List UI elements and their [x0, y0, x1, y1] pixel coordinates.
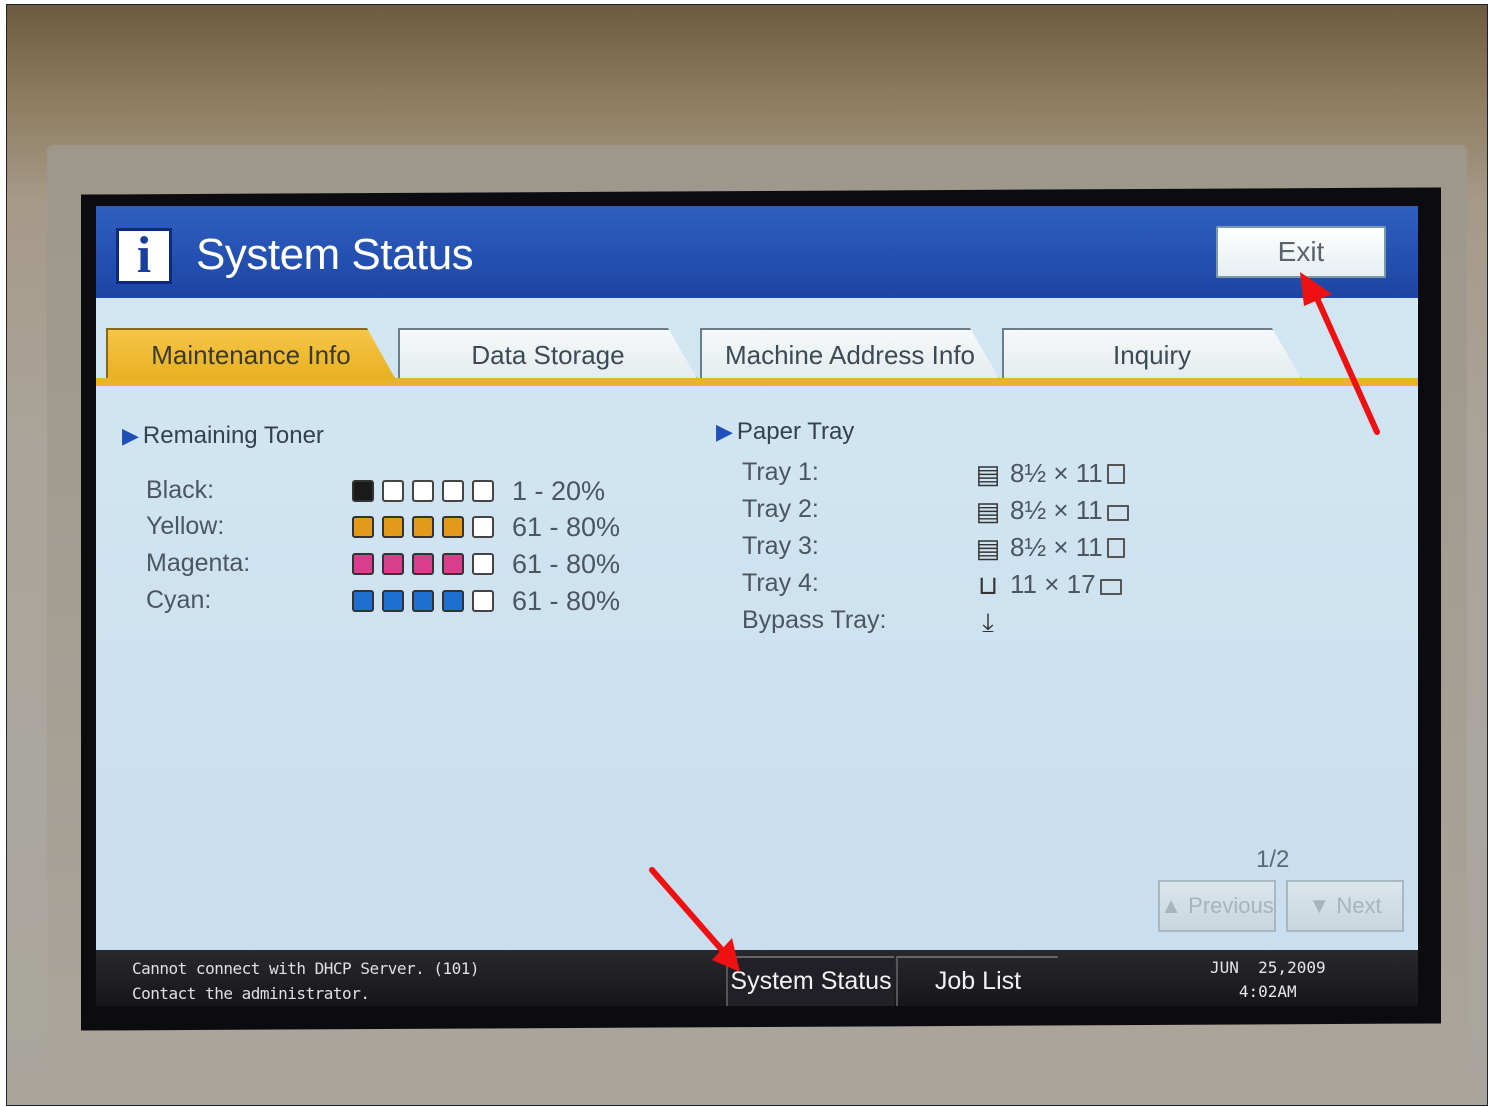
toner-box-empty [382, 480, 404, 502]
toner-percentage: 61 - 80% [512, 512, 621, 542]
tray-label: Bypass Tray: [742, 606, 887, 634]
toner-label: Magenta: [146, 549, 251, 577]
tray-label: Tray 4: [742, 569, 819, 597]
toner-label: Cyan: [146, 586, 212, 614]
landscape-orientation-icon [1099, 579, 1122, 595]
tray-label: Tray 3: [742, 532, 819, 560]
status-bar: Cannot connect with DHCP Server. (101) C… [96, 950, 1418, 1006]
tab-machine-address-info[interactable]: Machine Address Info [700, 328, 1000, 380]
status-message-line1: Cannot connect with DHCP Server. (101) [132, 959, 480, 978]
toner-label: Yellow: [146, 512, 225, 540]
toner-box-filled [412, 553, 434, 575]
toner-box-empty [442, 480, 464, 502]
tray-size-text: 8½ × 11 [1010, 532, 1103, 562]
tray-size-text: 11 × 17 [1010, 569, 1096, 599]
portrait-orientation-icon [1106, 538, 1125, 558]
tray-row-bypass: Bypass Tray: ⤓ [742, 606, 1302, 642]
toner-box-filled [442, 516, 464, 538]
tab-data-storage[interactable]: Data Storage [398, 328, 698, 380]
status-message-line2: Contact the administrator. [132, 984, 370, 1003]
tray-label: Tray 2: [742, 495, 819, 523]
bypass-tray-icon: ⤓ [982, 607, 994, 637]
triangle-down-icon: ▼ [1308, 893, 1331, 918]
toner-row-yellow: Yellow: 61 - 80% [146, 512, 706, 548]
page-title: System Status [196, 230, 474, 279]
toner-box-filled [382, 516, 404, 538]
touch-screen: i System Status Exit Maintenance Info Da… [96, 206, 1418, 1006]
tray-size: 8½ × 11 [1010, 458, 1125, 489]
page-indicator: 1/2 [1256, 846, 1290, 873]
tray-size: 11 × 17 [1010, 569, 1122, 600]
toner-level-indicator [352, 590, 494, 612]
tray-row-2: Tray 2: ▤ 8½ × 11 [742, 495, 1302, 531]
paper-stack-icon: ▤ [975, 459, 1001, 489]
toner-box-filled [442, 553, 464, 575]
toner-percentage: 61 - 80% [512, 549, 621, 579]
portrait-orientation-icon [1106, 464, 1125, 484]
tray-size: 8½ × 11 [1010, 532, 1125, 563]
toner-box-filled [352, 516, 374, 538]
toner-row-magenta: Magenta: 61 - 80% [146, 549, 706, 585]
toner-box-empty [472, 480, 494, 502]
exit-button[interactable]: Exit [1216, 226, 1386, 278]
toner-box-empty [472, 516, 494, 538]
remaining-toner-label: Remaining Toner [142, 422, 324, 449]
tray-size: 8½ × 11 [1010, 495, 1129, 526]
toner-percentage: 1 - 20% [512, 476, 606, 506]
tab-inquiry[interactable]: Inquiry [1002, 328, 1302, 380]
paper-tray-heading: ▶ Paper Tray [716, 418, 854, 446]
tray-size-text: 8½ × 11 [1010, 495, 1103, 525]
paper-stack-icon: ▤ [975, 496, 1001, 526]
toner-box-filled [352, 553, 374, 575]
paper-stack-icon: ▤ [975, 533, 1001, 563]
tray-row-1: Tray 1: ▤ 8½ × 11 [742, 458, 1302, 494]
tray-row-3: Tray 3: ▤ 8½ × 11 [742, 532, 1302, 568]
previous-button[interactable]: ▲ Previous [1158, 880, 1276, 932]
toner-box-filled [382, 590, 404, 612]
previous-label: Previous [1188, 893, 1274, 918]
paper-tray-label: Paper Tray [736, 418, 855, 445]
tab-maintenance-info[interactable]: Maintenance Info [106, 328, 396, 380]
toner-box-empty [472, 590, 494, 612]
toner-box-filled [412, 590, 434, 612]
toner-row-cyan: Cyan: 61 - 80% [146, 586, 706, 622]
tab-underline [96, 378, 1418, 386]
toner-box-filled [412, 516, 434, 538]
toner-box-filled [352, 590, 374, 612]
toner-box-empty [472, 553, 494, 575]
toner-box-filled [352, 480, 374, 502]
tray-row-4: Tray 4: ⊔ 11 × 17 [742, 569, 1302, 605]
date-text: JUN 25,2009 [1210, 958, 1326, 977]
date-time: JUN 25,2009 4:02AM [1210, 956, 1326, 1004]
next-label: Next [1336, 893, 1382, 918]
toner-label: Black: [146, 476, 215, 504]
toner-row-black: Black: 1 - 20% [146, 476, 706, 512]
toner-box-empty [412, 480, 434, 502]
time-text: 4:02AM [1238, 982, 1297, 1001]
job-list-button[interactable]: Job List [896, 956, 1058, 1006]
header-bar: i System Status Exit [96, 206, 1418, 298]
remaining-toner-heading: ▶ Remaining Toner [122, 422, 324, 450]
next-button[interactable]: ▼ Next [1286, 880, 1404, 932]
toner-box-filled [382, 553, 404, 575]
tray-size-text: 8½ × 11 [1010, 458, 1103, 488]
empty-tray-icon: ⊔ [977, 570, 999, 600]
toner-percentage: 61 - 80% [512, 586, 621, 616]
info-icon: i [116, 228, 172, 284]
toner-level-indicator [352, 480, 494, 502]
triangle-up-icon: ▲ [1160, 893, 1183, 918]
triangle-icon: ▶ [716, 419, 733, 444]
triangle-icon: ▶ [122, 423, 139, 448]
status-message: Cannot connect with DHCP Server. (101) C… [132, 956, 480, 1006]
toner-level-indicator [352, 553, 494, 575]
tray-label: Tray 1: [742, 458, 819, 486]
landscape-orientation-icon [1106, 505, 1129, 521]
toner-level-indicator [352, 516, 494, 538]
system-status-button[interactable]: System Status [726, 956, 894, 1006]
tab-bar: Maintenance Info Data Storage Machine Ad… [96, 316, 1418, 386]
toner-box-filled [442, 590, 464, 612]
